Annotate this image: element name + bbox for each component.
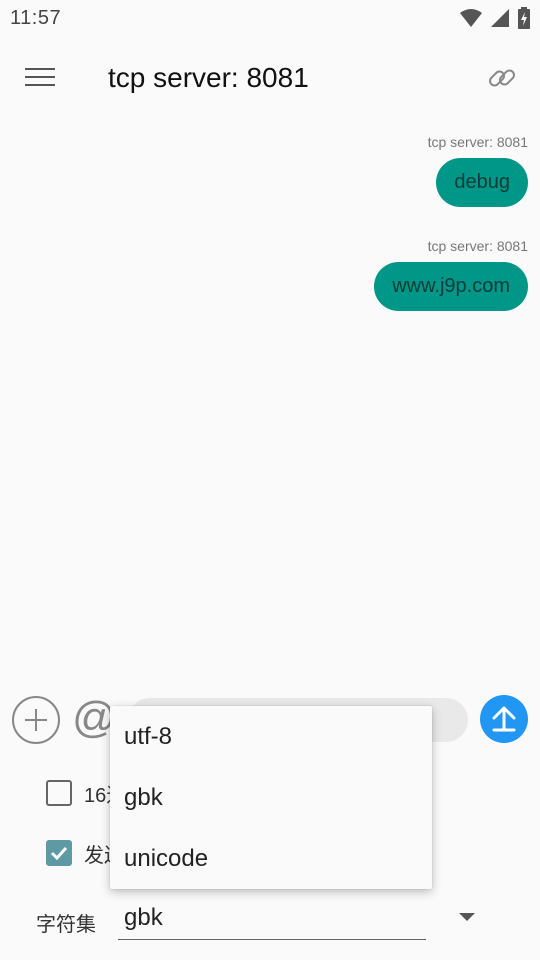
menu-icon [25,68,55,70]
link-icon [489,69,515,87]
dropdown-item-gbk[interactable]: gbk [110,767,432,828]
page-title: tcp server: 8081 [108,62,309,93]
message-sender: tcp server: 8081 [427,134,528,150]
hex-checkbox[interactable] [46,780,72,806]
message-item: tcp server: 8081 debug [428,134,528,207]
menu-button[interactable] [22,60,64,100]
dropdown-item-unicode[interactable]: unicode [110,828,432,889]
status-icons [460,6,530,30]
cell-signal-icon [491,9,509,27]
charset-selected-value: gbk [124,904,163,931]
charset-row: 字符集 gbk [0,896,540,946]
app-bar: tcp server: 8081 [0,36,540,122]
dropdown-item-utf8[interactable]: utf-8 [110,706,432,767]
message-sender: tcp server: 8081 [427,238,528,254]
charset-select[interactable]: gbk [118,900,426,940]
send-checkbox[interactable] [46,840,72,866]
charset-dropdown: utf-8 gbk unicode [110,706,432,889]
status-bar: 11:57 [0,0,540,36]
check-icon [50,846,68,861]
chevron-down-icon[interactable] [459,913,475,921]
link-button[interactable] [486,62,518,94]
arrow-up-icon [492,706,516,732]
status-time: 11:57 [10,7,62,29]
charset-label: 字符集 [36,914,96,936]
send-button[interactable] [480,695,528,743]
wifi-icon [460,9,482,27]
message-item: tcp server: 8081 www.j9p.com [374,238,528,311]
message-bubble[interactable]: www.j9p.com [374,262,528,311]
battery-icon [518,7,530,29]
add-button[interactable] [12,696,60,744]
message-bubble[interactable]: debug [436,158,528,207]
